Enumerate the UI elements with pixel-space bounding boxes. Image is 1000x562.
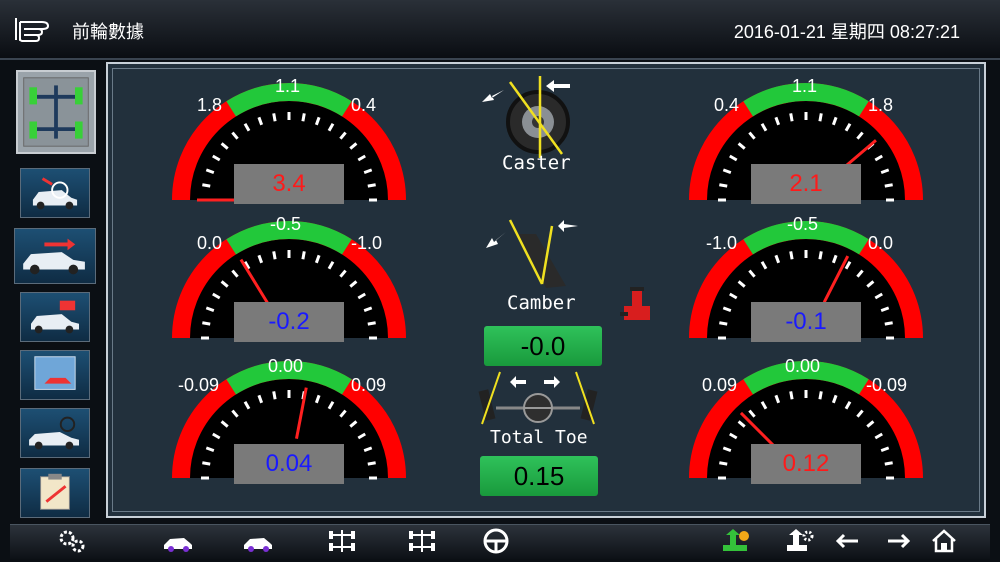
caster-left-min-label: 1.8 [197, 95, 223, 115]
camber-left-max-label: -1.0 [351, 233, 383, 253]
toe-right-max-label: -0.09 [866, 375, 908, 395]
caster_left-tick [367, 183, 376, 188]
caster_left-tick [272, 113, 277, 122]
axle-rear-icon[interactable] [406, 527, 438, 555]
caster_right-tick [789, 113, 794, 122]
camber_right-tick [884, 321, 893, 326]
caster-left-mid-label: 1.1 [275, 76, 301, 96]
caster_right-tick [818, 113, 823, 122]
lift-up-icon[interactable] [720, 527, 752, 555]
caster-right-value: 2.1 [751, 164, 861, 204]
toe_right-tick [818, 391, 823, 400]
toe_right-tick [884, 461, 893, 466]
caster_right-tick [719, 183, 728, 188]
caster-diagram-icon [482, 76, 570, 158]
total-toe-diagram-icon [478, 371, 598, 425]
steering-wheel-icon[interactable] [480, 527, 512, 555]
caster-left-value: 3.4 [234, 164, 344, 204]
toe-right-mid-label: 0.00 [785, 356, 821, 376]
axle-front-icon[interactable] [326, 527, 358, 555]
camber-right-max-label: 0.0 [868, 233, 894, 253]
toe_left-tick [202, 461, 211, 466]
total-toe-label: Total Toe [490, 427, 588, 448]
forward-arrow-icon[interactable] [882, 527, 914, 555]
caster-right-max-label: 1.8 [868, 95, 894, 115]
caster_left-tick [301, 113, 306, 122]
camber-label: Camber [507, 292, 576, 314]
car-jack-icon[interactable] [616, 284, 656, 324]
caster-right-min-label: 0.4 [714, 95, 740, 115]
toe-left-value: 0.04 [234, 444, 344, 484]
caster-left-max-label: 0.4 [351, 95, 377, 115]
camber_right-tick [719, 321, 728, 326]
camber-left-value: -0.2 [234, 302, 344, 342]
toe_left-tick [367, 461, 376, 466]
car-front-icon[interactable] [162, 527, 194, 555]
camber_right-tick [818, 251, 823, 260]
toe_right-tick [789, 391, 794, 400]
toe_right-tick [719, 461, 728, 466]
toe_left-tick [272, 391, 277, 400]
total-toe-value-box: 0.15 [480, 456, 598, 496]
lift-settings-icon[interactable] [784, 527, 816, 555]
car-rear-icon[interactable] [242, 527, 274, 555]
bottom-toolbar [10, 524, 990, 559]
camber_right-tick [789, 251, 794, 260]
home-icon[interactable] [928, 527, 960, 555]
camber-right-min-label: -1.0 [706, 233, 738, 253]
settings-icon[interactable] [56, 527, 88, 555]
camber-right-mid-label: -0.5 [787, 214, 819, 234]
camber_left-tick [301, 251, 306, 260]
camber-left-mid-label: -0.5 [270, 214, 302, 234]
back-arrow-icon[interactable] [832, 527, 864, 555]
caster_left-tick [202, 183, 211, 188]
caster-right-mid-label: 1.1 [792, 76, 818, 96]
camber-left-min-label: 0.0 [197, 233, 223, 253]
toe-left-mid-label: 0.00 [268, 356, 304, 376]
toe-left-min-label: -0.09 [178, 375, 220, 395]
camber_left-tick [272, 251, 277, 260]
toe-right-min-label: 0.09 [702, 375, 738, 395]
toe-left-max-label: 0.09 [351, 375, 387, 395]
caster-label: Caster [502, 152, 571, 174]
camber_left-tick [367, 321, 376, 326]
toe-right-value: 0.12 [751, 444, 861, 484]
camber-value-box: -0.0 [484, 326, 602, 366]
camber-right-value: -0.1 [751, 302, 861, 342]
camber_left-tick [202, 321, 211, 326]
camber-diagram-icon [486, 219, 578, 288]
caster_right-tick [884, 183, 893, 188]
